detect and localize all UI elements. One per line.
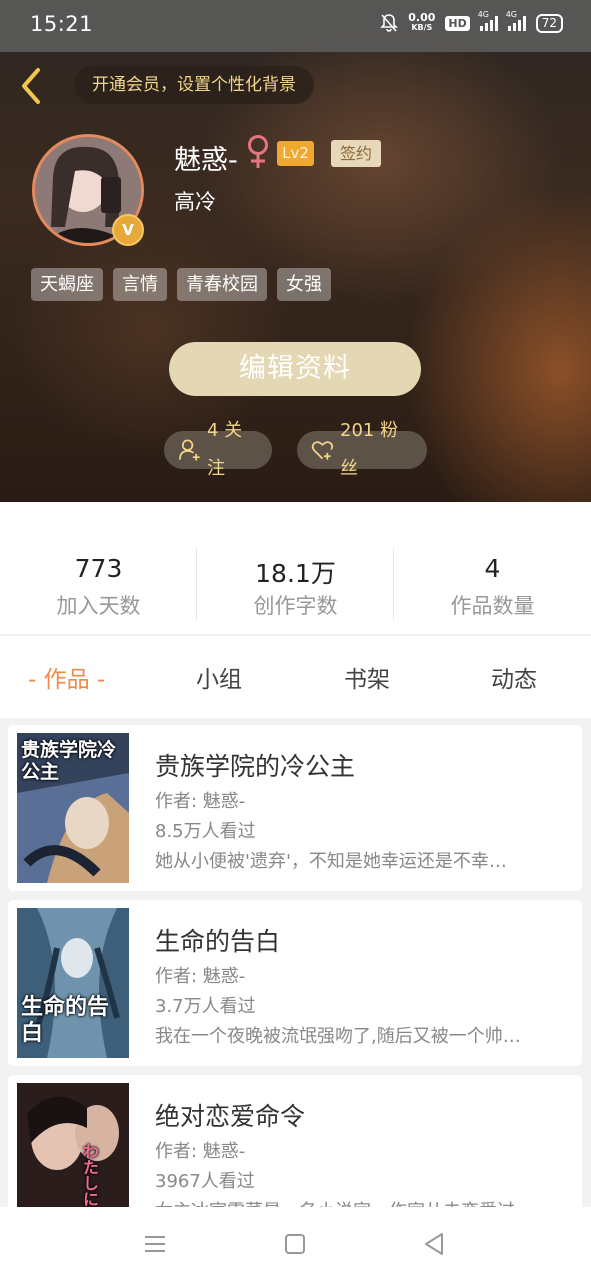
stat-value: 18.1万 <box>255 559 336 588</box>
book-views: 3967人看过 <box>155 1171 255 1192</box>
book-cover: わたしに <box>17 1083 129 1207</box>
stat-value: 773 <box>74 554 123 583</box>
book-author: 作者: 魅惑- <box>155 966 246 987</box>
stat-value: 4 <box>484 554 501 583</box>
level-badge: Lv2 <box>277 141 314 166</box>
tag-item: 青春校园 <box>177 268 267 301</box>
book-description: 她从小便被'遗弃'，不知是她幸运还是不幸… <box>155 851 507 872</box>
status-icons: 0.00 KB/S HD 4G 4G 72 <box>380 10 563 33</box>
profile-tabs: - 作品 - 小组 书架 动态 <box>0 635 591 718</box>
user-name: 魅惑- <box>174 145 238 176</box>
book-cover: 贵族学院冷公主 <box>17 733 129 883</box>
signal-icon: 4G <box>506 10 526 31</box>
works-list: 贵族学院冷公主 贵族学院的冷公主 作者: 魅惑- 8.5万人看过 她从小便被'遗… <box>0 717 591 1207</box>
book-description: 我在一个夜晚被流氓强吻了,随后又被一个帅… <box>155 1026 521 1047</box>
book-cover: 生命的告白 <box>17 908 129 1058</box>
book-views: 8.5万人看过 <box>155 821 256 842</box>
user-bio: 高冷 <box>174 190 216 214</box>
tab-activity[interactable]: 动态 <box>491 660 537 694</box>
system-navigation-bar <box>0 1207 591 1280</box>
book-views: 3.7万人看过 <box>155 996 256 1017</box>
stat-word-count: 18.1万 创作字数 <box>197 502 394 634</box>
book-title: 生命的告白 <box>155 927 281 956</box>
tag-item: 言情 <box>113 268 167 301</box>
book-author: 作者: 魅惑- <box>155 1141 246 1162</box>
following-label: 4 关注 <box>207 420 243 479</box>
female-gender-icon <box>248 135 268 168</box>
book-card[interactable]: 生命的告白 生命的告白 作者: 魅惑- 3.7万人看过 我在一个夜晚被流氓强吻了… <box>8 900 582 1066</box>
hd-voice-icon: HD <box>445 15 470 31</box>
tab-works[interactable]: - 作品 - <box>28 660 105 694</box>
tag-item: 天蝎座 <box>31 268 103 301</box>
stats-panel: 773 加入天数 18.1万 创作字数 4 作品数量 <box>0 502 591 634</box>
book-title: 贵族学院的冷公主 <box>155 752 356 781</box>
stat-label: 创作字数 <box>253 594 338 618</box>
tag-list: 天蝎座 言情 青春校园 女强 <box>31 268 331 301</box>
stat-label: 作品数量 <box>450 594 535 618</box>
mute-bell-icon <box>380 13 399 33</box>
add-user-icon <box>179 439 200 461</box>
battery-icon: 72 <box>535 13 563 33</box>
home-icon[interactable] <box>280 1229 310 1259</box>
vip-background-prompt[interactable]: 开通会员，设置个性化背景 <box>74 66 314 104</box>
fans-label: 201 粉丝 <box>340 420 399 479</box>
signal-icon: 4G <box>478 10 498 31</box>
status-bar: 15:21 0.00 KB/S HD 4G 4G 72 <box>0 0 591 52</box>
book-card[interactable]: 贵族学院冷公主 贵族学院的冷公主 作者: 魅惑- 8.5万人看过 她从小便被'遗… <box>8 725 582 891</box>
back-triangle-icon[interactable] <box>420 1229 450 1259</box>
profile-header: 15:21 0.00 KB/S HD 4G 4G 72 开通会员，设置个性化背景 <box>0 0 591 502</box>
edit-profile-button[interactable]: 编辑资料 <box>169 342 421 396</box>
book-title: 绝对恋爱命令 <box>155 1102 306 1131</box>
tab-bookshelf[interactable]: 书架 <box>344 660 390 694</box>
stat-label: 加入天数 <box>56 594 141 618</box>
menu-icon[interactable] <box>140 1229 170 1259</box>
verified-v-icon: V <box>112 214 144 246</box>
fans-button[interactable]: 201 粉丝 <box>297 420 427 479</box>
tag-item: 女强 <box>277 268 331 301</box>
network-speed: 0.00 KB/S <box>408 11 436 32</box>
stat-works-count: 4 作品数量 <box>394 502 591 634</box>
status-time: 15:21 <box>30 12 94 36</box>
tab-groups[interactable]: 小组 <box>196 660 242 694</box>
signed-badge: 签约 <box>331 140 381 167</box>
book-description: 女主冰室雪菜是一名小说家，作家从未恋爱过… <box>155 1197 571 1207</box>
stat-join-days: 773 加入天数 <box>0 502 197 634</box>
book-card[interactable]: わたしに 绝对恋爱命令 作者: 魅惑- 3967人看过 女主冰室雪菜是一名小说家… <box>8 1075 582 1207</box>
heart-plus-icon <box>311 441 334 460</box>
book-author: 作者: 魅惑- <box>155 791 246 812</box>
following-button[interactable]: 4 关注 <box>164 420 272 479</box>
back-arrow-icon[interactable] <box>16 64 48 108</box>
